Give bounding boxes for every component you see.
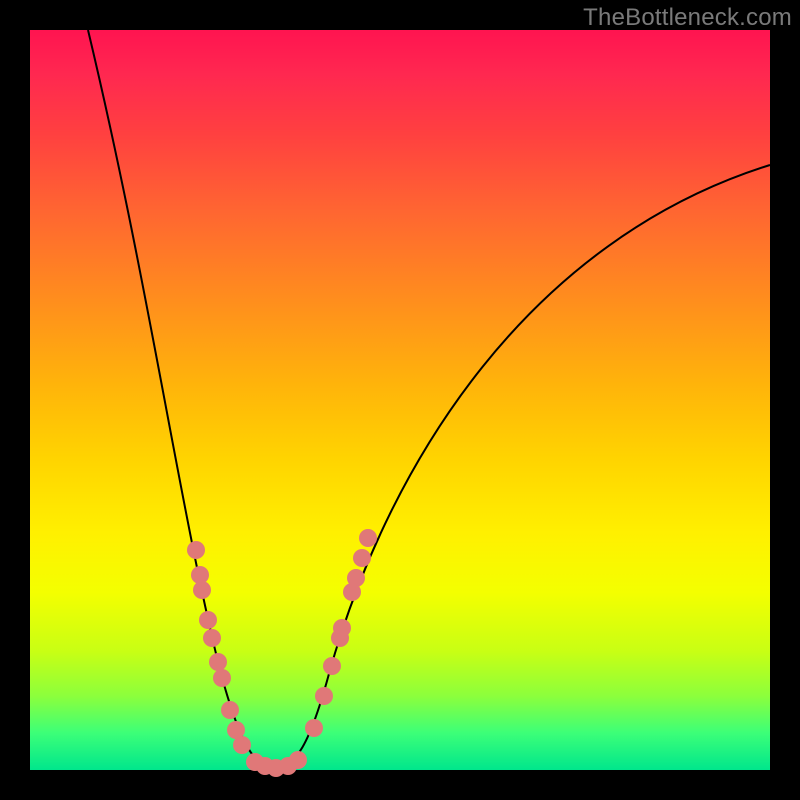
plot-area: [30, 30, 770, 770]
data-marker: [213, 669, 231, 687]
markers-right: [305, 529, 377, 737]
data-marker: [359, 529, 377, 547]
chart-frame: TheBottleneck.com: [0, 0, 800, 800]
data-marker: [209, 653, 227, 671]
data-marker: [199, 611, 217, 629]
data-marker: [315, 687, 333, 705]
data-marker: [233, 736, 251, 754]
data-marker: [333, 619, 351, 637]
bottleneck-curve: [88, 30, 770, 768]
data-marker: [323, 657, 341, 675]
data-marker: [203, 629, 221, 647]
markers-left: [187, 541, 251, 754]
curve-svg: [30, 30, 770, 770]
watermark-text: TheBottleneck.com: [583, 4, 792, 32]
data-marker: [187, 541, 205, 559]
data-marker: [353, 549, 371, 567]
data-marker: [289, 751, 307, 769]
data-marker: [305, 719, 323, 737]
data-marker: [347, 569, 365, 587]
data-marker: [221, 701, 239, 719]
markers-bottom: [246, 751, 307, 777]
data-marker: [193, 581, 211, 599]
